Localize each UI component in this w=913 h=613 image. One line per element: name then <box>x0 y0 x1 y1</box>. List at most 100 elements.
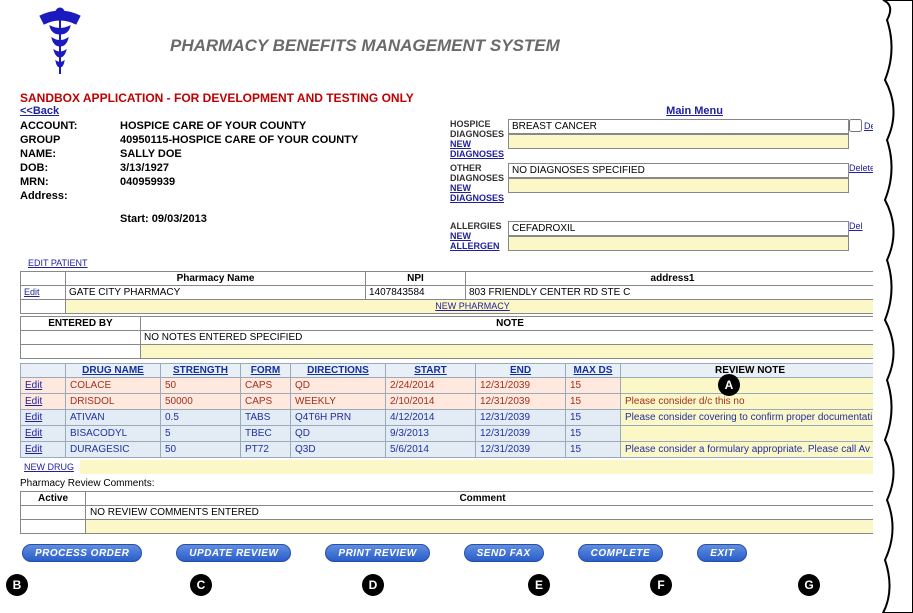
drug-edit-link[interactable]: Edit <box>25 412 42 423</box>
end-header[interactable]: END <box>510 365 531 376</box>
drug-review-note: Please consider d/c this no <box>621 394 880 410</box>
exit-button[interactable]: EXIT <box>697 544 747 562</box>
hospice-dx-label: HOSPICE DIAGNOSES <box>450 119 504 139</box>
other-dx-delete[interactable]: Delete <box>849 163 875 173</box>
pharmacy-npi-value: 1407843584 <box>366 286 466 300</box>
start-header[interactable]: START <box>414 365 447 376</box>
pharmacy-table: Pharmacy Name NPI address1 Edit GATE CIT… <box>20 271 880 314</box>
allergies-value: CEFADROXIL <box>508 221 849 236</box>
drug-directions: WEEKLY <box>291 394 386 410</box>
drug-table: DRUG NAME STRENGTH FORM DIRECTIONS START… <box>20 363 880 458</box>
complete-button[interactable]: COMPLETE <box>578 544 664 562</box>
drug-name-header[interactable]: DRUG NAME <box>82 365 144 376</box>
drug-start: 2/10/2014 <box>386 394 476 410</box>
other-dx-empty <box>508 178 849 193</box>
drug-start: 4/12/2014 <box>386 410 476 426</box>
pharmacy-name-header: Pharmacy Name <box>66 272 366 286</box>
drug-end: 12/31/2039 <box>476 394 566 410</box>
drug-form: CAPS <box>241 394 291 410</box>
hospice-dx-value: BREAST CANCER <box>508 119 849 134</box>
review-note-header: REVIEW NOTE <box>621 364 880 378</box>
callout-g: G <box>798 574 820 596</box>
print-review-button[interactable]: PRINT REVIEW <box>325 544 429 562</box>
drug-edit-link[interactable]: Edit <box>25 444 42 455</box>
new-hospice-dx-link[interactable]: NEW DIAGNOSES <box>450 139 504 159</box>
group-value: 40950115-HOSPICE CARE OF YOUR COUNTY <box>120 134 358 146</box>
drug-end: 12/31/2039 <box>476 442 566 458</box>
drug-row: EditCOLACE50CAPSQD2/24/201412/31/203915 <box>21 378 880 394</box>
new-other-dx-link[interactable]: NEW DIAGNOSES <box>450 183 504 203</box>
drug-maxds: 15 <box>566 426 621 442</box>
drug-review-note: Please consider a formulary appropriate.… <box>621 442 880 458</box>
hospice-dx-checkbox[interactable] <box>849 119 862 132</box>
edit-patient-link[interactable]: EDIT PATIENT <box>28 258 88 268</box>
drug-strength: 0.5 <box>161 410 241 426</box>
drug-name: DRISDOL <box>66 394 161 410</box>
drug-review-note <box>621 378 880 394</box>
pharmacy-edit-link[interactable]: Edit <box>24 287 40 297</box>
address-label: Address: <box>20 190 120 202</box>
drug-name: COLACE <box>66 378 161 394</box>
max-ds-header[interactable]: MAX DS <box>574 365 613 376</box>
account-label: ACCOUNT: <box>20 120 120 132</box>
callout-d: D <box>362 574 384 596</box>
drug-start: 9/3/2013 <box>386 426 476 442</box>
allergies-empty <box>508 236 849 251</box>
callout-c: C <box>190 574 212 596</box>
new-drug-link[interactable]: NEW DRUG <box>24 462 74 472</box>
pharmacy-addr-header: address1 <box>466 272 880 286</box>
notes-none: NO NOTES ENTERED SPECIFIED <box>141 331 880 345</box>
drug-row: EditBISACODYL5TBECQD9/3/201312/31/203915 <box>21 426 880 442</box>
drug-name: DURAGESIC <box>66 442 161 458</box>
back-link[interactable]: <<Back <box>20 105 59 117</box>
review-comments-title: Pharmacy Review Comments: <box>0 476 913 489</box>
drug-maxds: 15 <box>566 442 621 458</box>
drug-review-note <box>621 426 880 442</box>
drug-row: EditDURAGESIC50PT72Q3D5/6/201412/31/2039… <box>21 442 880 458</box>
drug-directions: Q3D <box>291 442 386 458</box>
update-review-button[interactable]: UPDATE REVIEW <box>176 544 291 562</box>
new-drug-input[interactable] <box>80 460 889 474</box>
mrn-label: MRN: <box>20 176 120 188</box>
drug-strength: 50 <box>161 442 241 458</box>
callout-a: A <box>718 374 740 396</box>
name-value: SALLY DOE <box>120 148 182 160</box>
patient-info: ACCOUNT:HOSPICE CARE OF YOUR COUNTY GROU… <box>20 119 450 255</box>
drug-row: EditDRISDOL50000CAPSWEEKLY2/10/201412/31… <box>21 394 880 410</box>
drug-edit-link[interactable]: Edit <box>25 428 42 439</box>
drug-end: 12/31/2039 <box>476 410 566 426</box>
notes-table: ENTERED BY NOTE NO NOTES ENTERED SPECIFI… <box>20 316 880 359</box>
system-title: PHARMACY BENEFITS MANAGEMENT SYSTEM <box>170 36 560 56</box>
callout-f: F <box>650 574 672 596</box>
caduceus-logo <box>30 4 90 87</box>
account-value: HOSPICE CARE OF YOUR COUNTY <box>120 120 306 132</box>
drug-review-note: Please consider covering to confirm prop… <box>621 410 880 426</box>
drug-form: TBEC <box>241 426 291 442</box>
dob-value: 3/13/1927 <box>120 162 169 174</box>
drug-edit-link[interactable]: Edit <box>25 396 42 407</box>
callout-e: E <box>528 574 550 596</box>
form-header[interactable]: FORM <box>251 365 280 376</box>
drug-strength: 5 <box>161 426 241 442</box>
allergies-delete[interactable]: Del <box>849 221 863 231</box>
drug-form: TABS <box>241 410 291 426</box>
drug-form: PT72 <box>241 442 291 458</box>
callout-b: B <box>6 574 28 596</box>
drug-maxds: 15 <box>566 394 621 410</box>
new-allergen-link[interactable]: NEW ALLERGEN <box>450 231 500 251</box>
drug-end: 12/31/2039 <box>476 426 566 442</box>
send-fax-button[interactable]: SEND FAX <box>464 544 544 562</box>
drug-name: BISACODYL <box>66 426 161 442</box>
pharmacy-addr-value: 803 FRIENDLY CENTER RD STE C <box>466 286 880 300</box>
drug-directions: QD <box>291 378 386 394</box>
drug-name: ATIVAN <box>66 410 161 426</box>
strength-header[interactable]: STRENGTH <box>173 365 228 376</box>
drug-edit-link[interactable]: Edit <box>25 380 42 391</box>
comments-none: NO REVIEW COMMENTS ENTERED <box>86 506 880 520</box>
process-order-button[interactable]: PROCESS ORDER <box>22 544 142 562</box>
directions-header[interactable]: DIRECTIONS <box>307 365 369 376</box>
new-pharmacy-link[interactable]: NEW PHARMACY <box>435 301 510 311</box>
drug-maxds: 15 <box>566 410 621 426</box>
mrn-value: 040959939 <box>120 176 175 188</box>
main-menu-link[interactable]: Main Menu <box>666 105 723 117</box>
